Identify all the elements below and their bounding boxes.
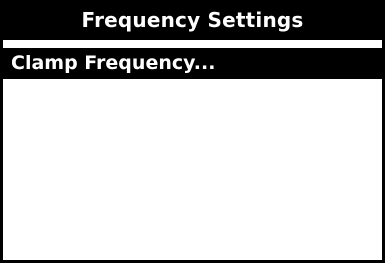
menu-list: Clamp Frequency...: [3, 48, 382, 79]
menu-panel: Clamp Frequency...: [0, 40, 385, 263]
menu-item-clamp-frequency[interactable]: Clamp Frequency...: [3, 48, 382, 79]
window-title: Frequency Settings: [0, 0, 385, 40]
device-screen: Frequency Settings Clamp Frequency...: [0, 0, 385, 263]
